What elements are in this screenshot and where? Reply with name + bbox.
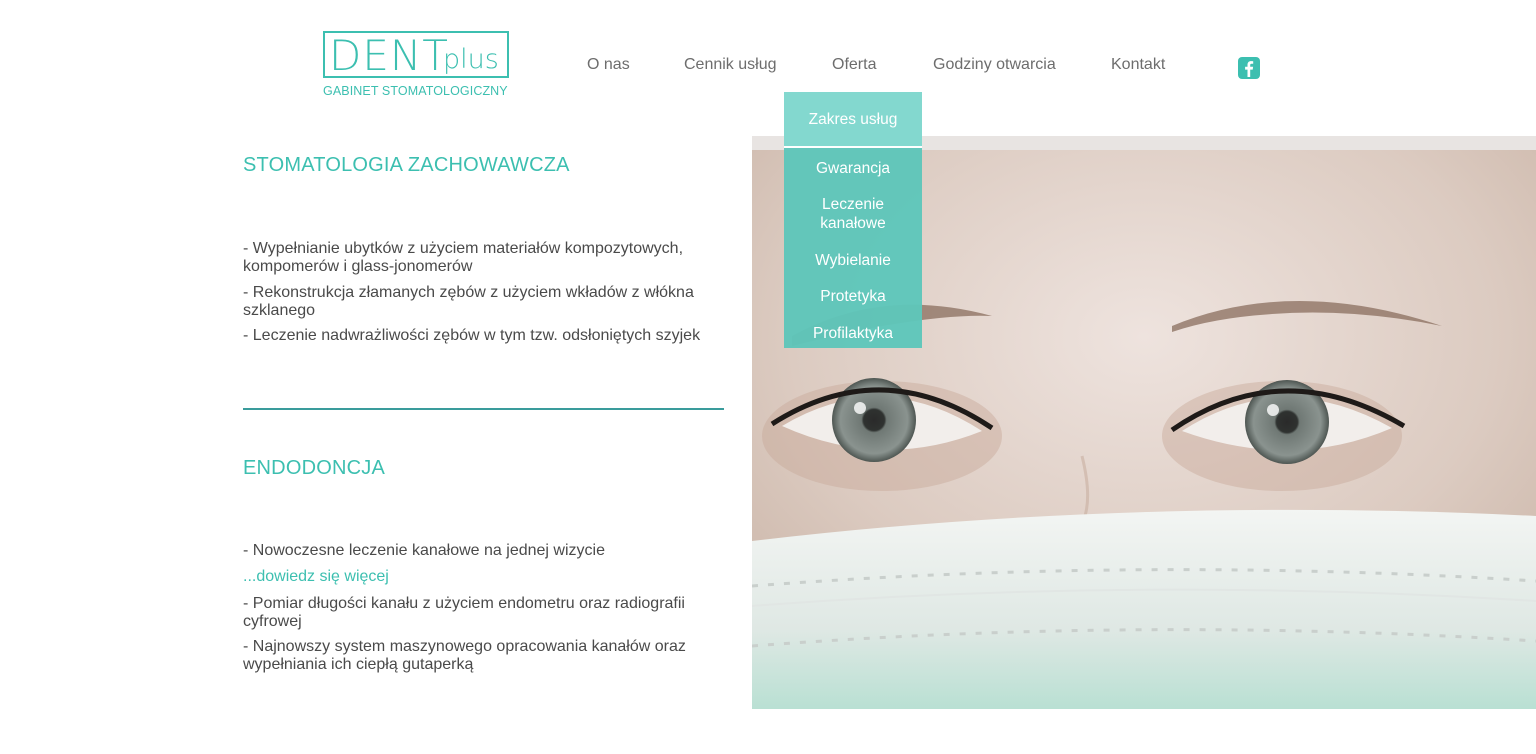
dropdown-item-leczenie-kanalowe[interactable]: Leczenie kanałowe — [784, 195, 922, 233]
nav-item-kontakt[interactable]: Kontakt — [1111, 56, 1165, 74]
nav-item-oferta[interactable]: Oferta — [832, 56, 876, 74]
section-item: - Pomiar długości kanału z użyciem endom… — [243, 595, 685, 630]
facebook-icon[interactable] — [1238, 57, 1260, 79]
page: DENT plus GABINET STOMATOLOGICZNY O nas … — [0, 0, 1536, 754]
dropdown-item-profilaktyka[interactable]: Profilaktyka — [784, 324, 922, 343]
section-item: - Najnowszy system maszynowego opracowan… — [243, 638, 686, 673]
facebook-glyph — [1245, 61, 1254, 77]
section-item: - Leczenie nadwrażliwości zębów w tym tz… — [243, 327, 701, 344]
section-divider — [243, 408, 724, 410]
dropdown-item-wybielanie[interactable]: Wybielanie — [784, 251, 922, 270]
dropdown-item-zakres-uslug[interactable]: Zakres usług — [784, 92, 922, 148]
oferta-dropdown: Zakres usług Gwarancja Leczenie kanałowe… — [784, 92, 922, 348]
nav-item-cennik-uslug[interactable]: Cennik usług — [684, 56, 777, 74]
dropdown-item-label: Zakres usług — [808, 110, 898, 128]
logo-main-text: DENT — [329, 31, 449, 80]
section-item: - Nowoczesne leczenie kanałowe na jednej… — [243, 542, 605, 559]
logo-suffix-text: plus — [443, 44, 499, 75]
section-item: - Wypełnianie ubytków z użyciem materiał… — [243, 240, 684, 275]
nav-item-godziny-otwarcia[interactable]: Godziny otwarcia — [933, 56, 1056, 74]
section-title-stomatologia-zachowawcza: STOMATOLOGIA ZACHOWAWCZA — [243, 154, 570, 176]
section-title-endodoncja: ENDODONCJA — [243, 457, 386, 479]
dropdown-list: Gwarancja Leczenie kanałowe Wybielanie P… — [784, 148, 922, 348]
logo[interactable]: DENT plus GABINET STOMATOLOGICZNY — [323, 31, 513, 98]
dropdown-item-gwarancja[interactable]: Gwarancja — [784, 159, 922, 178]
dropdown-item-protetyka[interactable]: Protetyka — [784, 287, 922, 306]
logo-subtitle: GABINET STOMATOLOGICZNY — [323, 84, 508, 98]
learn-more-link[interactable]: ...dowiedz się więcej — [243, 568, 723, 586]
logo-box: DENT plus — [323, 31, 509, 80]
nav-item-o-nas[interactable]: O nas — [587, 56, 630, 74]
section-item: - Rekonstrukcja złamanych zębów z użycie… — [243, 284, 694, 319]
